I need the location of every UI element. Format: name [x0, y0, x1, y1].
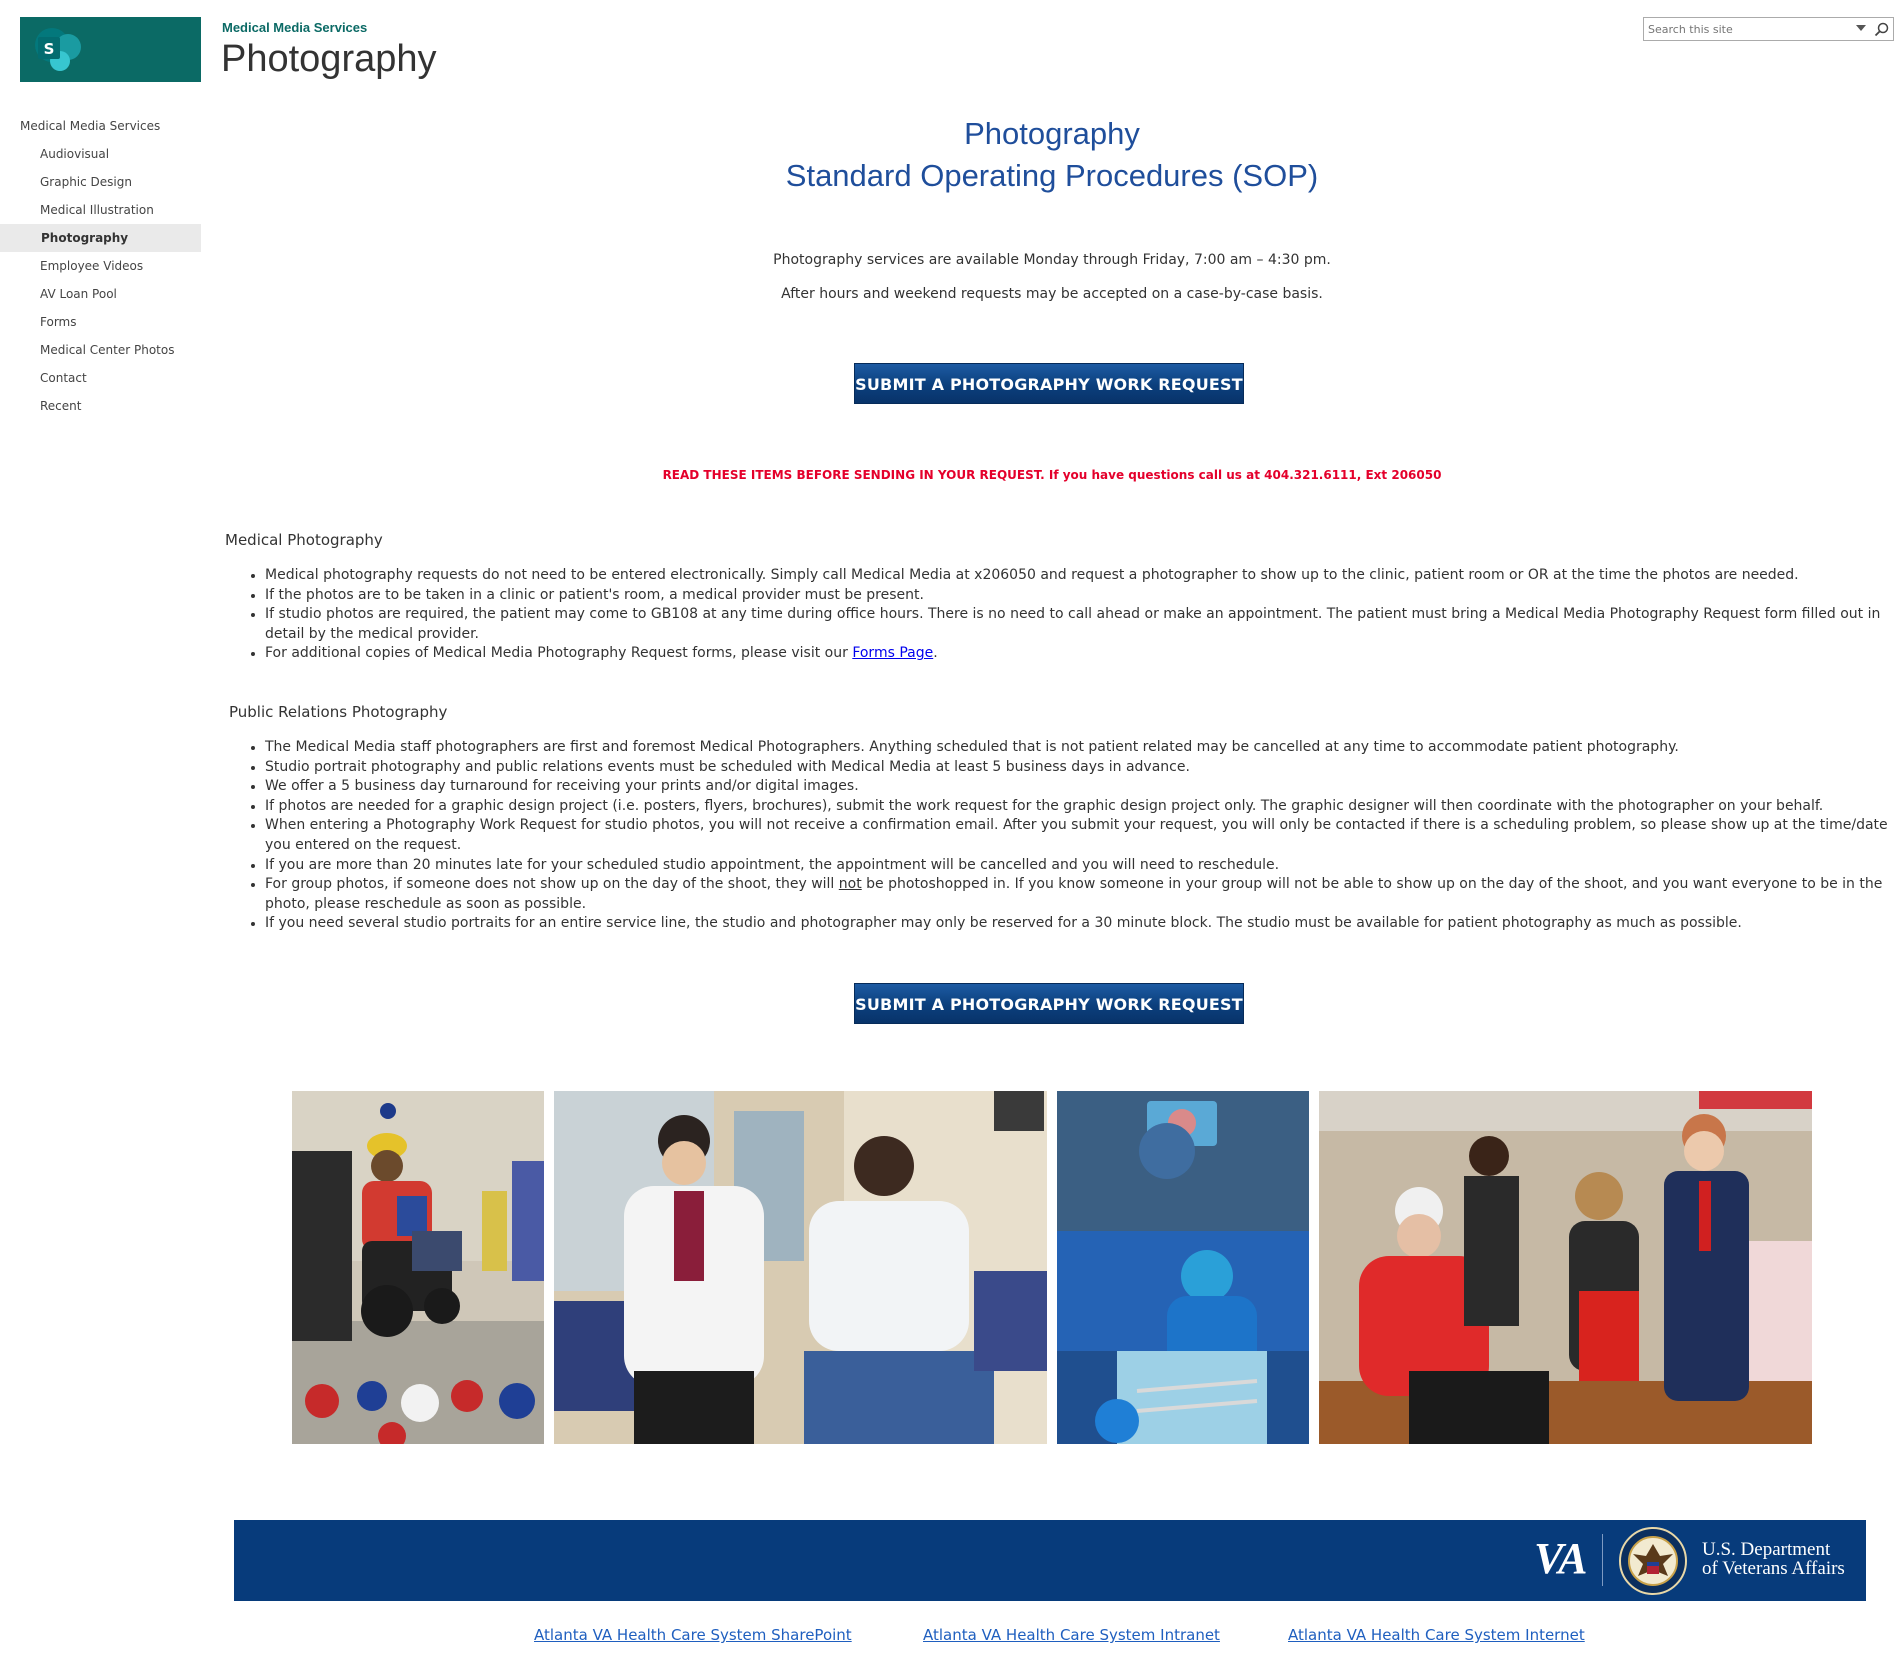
list-item: For group photos, if someone does not sh…: [265, 875, 1890, 914]
footer-link-intranet[interactable]: Atlanta VA Health Care System Intranet: [923, 1626, 1220, 1644]
forms-page-link[interactable]: Forms Page: [852, 645, 933, 661]
medical-photography-list: Medical photography requests do not need…: [250, 566, 1890, 664]
list-item: We offer a 5 business day turnaround for…: [265, 777, 1890, 797]
va-seal-icon: [1619, 1527, 1687, 1595]
va-dept-line1: U.S. Department: [1702, 1539, 1831, 1560]
list-item: If you are more than 20 minutes late for…: [265, 856, 1890, 876]
search-icon[interactable]: [1874, 22, 1889, 37]
va-department-name: U.S. Department of Veterans Affairs: [1702, 1540, 1845, 1578]
group-emphasis: not: [838, 876, 862, 893]
forms-prefix: For additional copies of Medical Media P…: [265, 645, 853, 662]
left-navigation: Medical Media Services Audiovisual Graph…: [0, 112, 201, 420]
photo-doctor-patient: [554, 1091, 1047, 1444]
sharepoint-logo-icon: S: [35, 28, 81, 71]
list-item: If studio photos are required, the patie…: [265, 605, 1890, 644]
list-item: If photos are needed for a graphic desig…: [265, 797, 1890, 817]
photo-valentines-visit: [1319, 1091, 1812, 1444]
list-item: If you need several studio portraits for…: [265, 914, 1890, 934]
nav-item-contact[interactable]: Contact: [0, 364, 201, 392]
list-item: The Medical Media staff photographers ar…: [265, 738, 1890, 758]
banner-divider: [1602, 1534, 1603, 1586]
search-scope-dropdown-icon[interactable]: [1856, 25, 1866, 32]
hours-text: Photography services are available Monda…: [773, 252, 1331, 268]
list-item: Studio portrait photography and public r…: [265, 758, 1890, 778]
list-item: When entering a Photography Work Request…: [265, 816, 1890, 855]
nav-item-graphic-design[interactable]: Graphic Design: [0, 168, 201, 196]
forms-suffix: .: [933, 645, 938, 662]
nav-item-employee-videos[interactable]: Employee Videos: [0, 252, 201, 280]
photo-surgery: [1057, 1091, 1309, 1444]
nav-item-forms[interactable]: Forms: [0, 308, 201, 336]
nav-item-medical-media-services[interactable]: Medical Media Services: [0, 112, 201, 140]
nav-item-medical-illustration[interactable]: Medical Illustration: [0, 196, 201, 224]
submit-request-button-top[interactable]: SUBMIT A PHOTOGRAPHY WORK REQUEST: [854, 363, 1244, 404]
search-box[interactable]: [1643, 17, 1894, 41]
pr-photography-list: The Medical Media staff photographers ar…: [250, 738, 1890, 934]
search-input[interactable]: [1648, 21, 1848, 37]
nav-item-photography[interactable]: Photography: [0, 224, 201, 252]
footer-link-sharepoint[interactable]: Atlanta VA Health Care System SharePoint: [534, 1626, 852, 1644]
list-item: If the photos are to be taken in a clini…: [265, 586, 1890, 606]
va-dept-line2: of Veterans Affairs: [1702, 1558, 1845, 1579]
va-footer-banner: VA U.S. Department of Veterans Affairs: [234, 1520, 1866, 1601]
va-logo-mark: VA: [1534, 1534, 1587, 1583]
nav-item-audiovisual[interactable]: Audiovisual: [0, 140, 201, 168]
group-prefix: For group photos, if someone does not sh…: [265, 876, 839, 893]
footer-link-internet[interactable]: Atlanta VA Health Care System Internet: [1288, 1626, 1585, 1644]
after-hours-text: After hours and weekend requests may be …: [781, 286, 1323, 302]
photo-boccia: [292, 1091, 544, 1444]
site-name-link[interactable]: Medical Media Services: [222, 20, 367, 35]
nav-item-medical-center-photos[interactable]: Medical Center Photos: [0, 336, 201, 364]
nav-item-av-loan-pool[interactable]: AV Loan Pool: [0, 280, 201, 308]
nav-item-recent[interactable]: Recent: [0, 392, 201, 420]
page-title: Photography: [221, 38, 437, 80]
list-item: For additional copies of Medical Media P…: [265, 644, 1890, 664]
content-title: Photography: [964, 116, 1140, 151]
medical-photography-heading: Medical Photography: [225, 531, 383, 549]
submit-request-button-bottom[interactable]: SUBMIT A PHOTOGRAPHY WORK REQUEST: [854, 983, 1244, 1024]
site-logo[interactable]: S: [20, 17, 201, 82]
content-subtitle: Standard Operating Procedures (SOP): [785, 158, 1319, 193]
list-item: Medical photography requests do not need…: [265, 566, 1890, 586]
pr-photography-heading: Public Relations Photography: [229, 703, 448, 721]
logo-letter: S: [44, 40, 55, 58]
warning-notice: READ THESE ITEMS BEFORE SENDING IN YOUR …: [662, 468, 1442, 482]
